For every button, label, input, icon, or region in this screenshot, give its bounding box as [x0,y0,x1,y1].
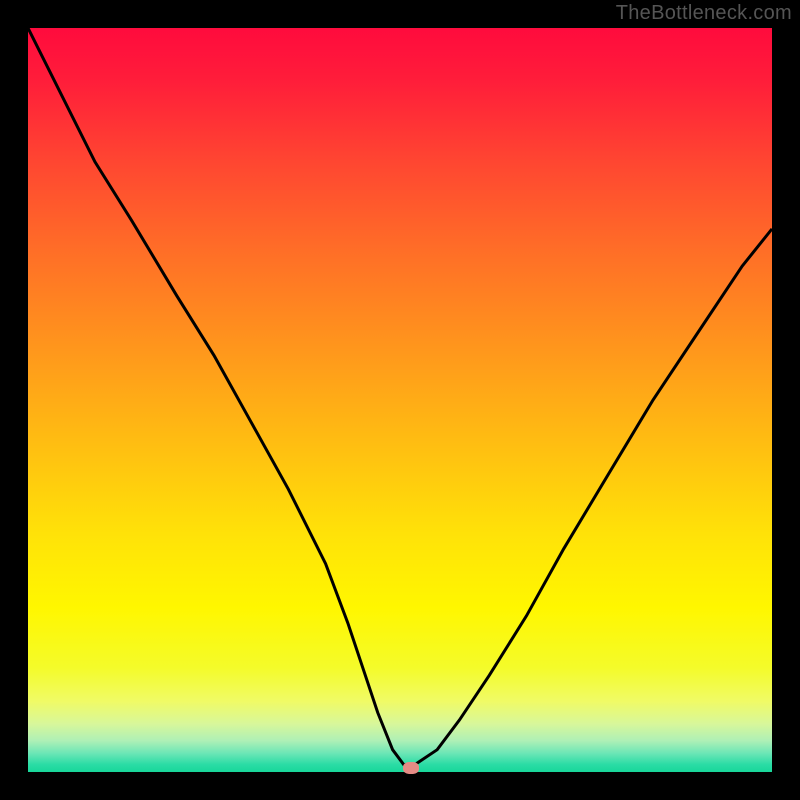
plot-area [28,28,772,772]
optimum-marker [403,762,419,774]
gradient-background [28,28,772,772]
watermark-text: TheBottleneck.com [616,2,792,25]
chart-frame: TheBottleneck.com [0,0,800,800]
